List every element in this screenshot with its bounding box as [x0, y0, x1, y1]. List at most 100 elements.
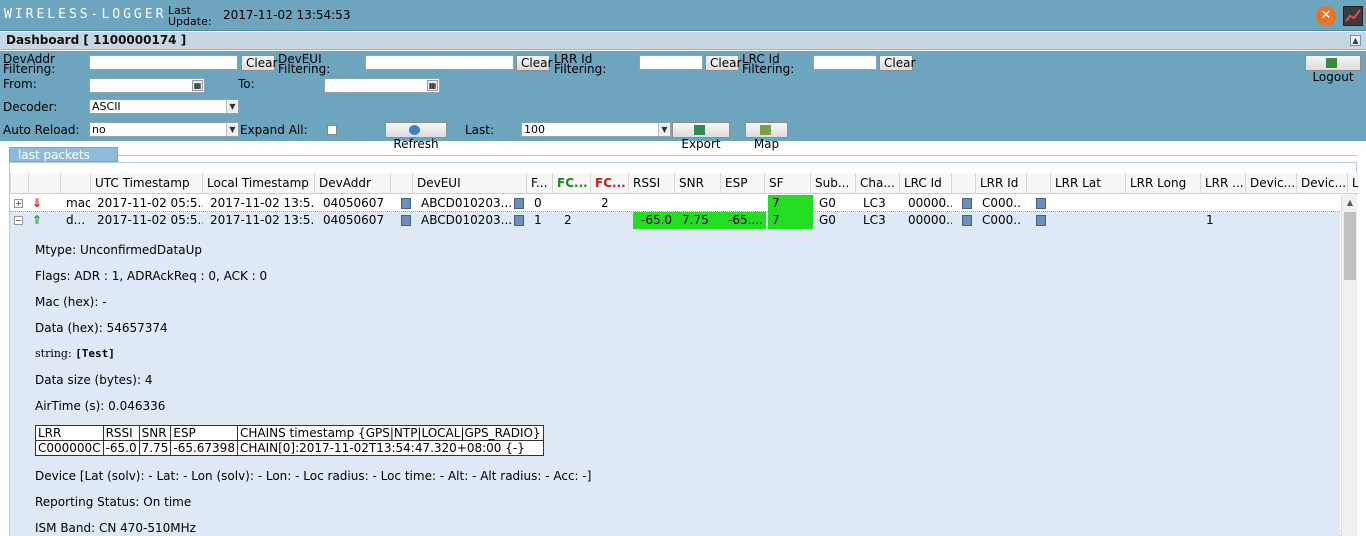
copy-icon[interactable]	[401, 215, 411, 226]
decoder-value: ASCII	[92, 100, 121, 113]
to-label: To:	[238, 77, 255, 91]
column-header-sf[interactable]: SF	[764, 173, 810, 194]
lrc-id: 00000...	[908, 213, 952, 227]
column-header-f[interactable]: F...	[526, 173, 552, 194]
channel-value: LC3	[863, 213, 886, 227]
column-header-lrc[interactable]: LRC Id	[899, 173, 951, 194]
column-header-chan[interactable]: Cha...	[855, 173, 899, 194]
column-header-devaddr[interactable]: DevAddr	[314, 173, 390, 194]
export-icon	[694, 125, 705, 135]
auto-reload-value: no	[92, 123, 106, 136]
copy-icon[interactable]	[401, 198, 411, 209]
scroll-thumb[interactable]	[1344, 212, 1356, 280]
lrr-id: C000...	[982, 213, 1022, 227]
to-date-input[interactable]: ▦	[324, 78, 440, 93]
column-header-snr[interactable]: SNR	[674, 173, 720, 194]
uplink-arrow-icon: ⇑	[32, 213, 43, 227]
column-header-esp[interactable]: ESP	[720, 173, 764, 194]
column-header-device1[interactable]: Devic...	[1245, 173, 1296, 194]
snr-value: 7.75	[676, 212, 722, 229]
detail-string-value: [Test]	[75, 347, 115, 360]
column-header-local[interactable]: Local Timestamp	[202, 173, 314, 194]
column-header-fcup[interactable]: FC...	[552, 173, 590, 194]
fcup-value: 2	[564, 213, 572, 227]
column-header-lrr-lat[interactable]: LRR Lat	[1050, 173, 1125, 194]
lrr-detail-table: LRR RSSI SNR ESP CHAINS timestamp {GPS|N…	[35, 425, 544, 456]
lrc-clear-button[interactable]: Clear	[879, 55, 915, 71]
refresh-button[interactable]: Refresh	[385, 122, 447, 151]
auto-reload-label: Auto Reload:	[3, 123, 80, 137]
devaddr-filter-input[interactable]	[89, 55, 238, 70]
packet-details: Mtype: UnconfirmedDataUp Flags: ADR : 1,…	[10, 229, 1340, 536]
export-label: Export	[681, 137, 721, 151]
esp-value: -65....	[722, 212, 766, 229]
refresh-label: Refresh	[393, 137, 439, 151]
column-header-lrr[interactable]: LRR Id	[975, 173, 1026, 194]
calendar-icon[interactable]: ▦	[427, 80, 438, 91]
decoder-select[interactable]: ASCII ▼	[89, 99, 239, 114]
map-icon	[759, 125, 771, 135]
lrr-header-lrr: LRR	[35, 425, 104, 441]
deveui-clear-button[interactable]: Clear	[516, 55, 552, 71]
collapse-icon[interactable]: ▲	[1350, 35, 1361, 46]
lrr-table-row: C000000C -65.0 7.75 -65.67398 CHAIN[0]:2…	[35, 440, 544, 456]
column-header-utc[interactable]: UTC Timestamp	[90, 173, 202, 194]
last-count-select[interactable]: 100 ▼	[521, 122, 671, 137]
dashboard-bar: Dashboard [ 1100000174 ] ▲	[0, 32, 1366, 50]
deveui-filter-input[interactable]	[365, 55, 514, 70]
detail-mtype: Mtype: UnconfirmedDataUp	[35, 243, 202, 257]
copy-icon[interactable]	[962, 198, 972, 209]
table-row[interactable]: + ⇓ mac 2017-11-02 05:5... 2017-11-02 13…	[10, 195, 1340, 212]
expand-all-label: Expand All:	[240, 123, 308, 137]
copy-icon[interactable]	[1036, 215, 1046, 226]
table-row[interactable]: − ⇑ d... 2017-11-02 05:5... 2017-11-02 1…	[10, 212, 1340, 229]
column-header-rssi[interactable]: RSSI	[628, 173, 674, 194]
collapse-row-icon[interactable]: −	[14, 216, 23, 225]
copy-icon[interactable]	[514, 198, 524, 209]
detail-ism: ISM Band: CN 470-510MHz	[35, 521, 196, 535]
devaddr-filter-label: DevAddr Filtering:	[3, 52, 56, 76]
last-update-value: 2017-11-02 13:54:53	[223, 8, 351, 22]
table-header: UTC Timestamp Local Timestamp DevAddr De…	[10, 173, 1358, 194]
calendar-icon[interactable]: ▦	[192, 80, 203, 91]
subband-value: G0	[819, 196, 836, 210]
last-packets-tab[interactable]: last packets	[9, 147, 118, 162]
copy-icon[interactable]	[514, 215, 524, 226]
fcup-value	[564, 195, 584, 212]
column-header-device2[interactable]: Devic...	[1296, 173, 1347, 194]
rssi-value: -65.0	[633, 212, 676, 229]
map-button[interactable]: Map	[745, 122, 788, 151]
from-date-input[interactable]: ▦	[89, 78, 205, 93]
column-header-lrr-long[interactable]: LRR Long	[1125, 173, 1200, 194]
deveui: ABCD010203...	[421, 196, 513, 210]
expand-all-checkbox[interactable]	[327, 125, 337, 135]
filter-panel: DevAddr Filtering: Clear DevEUI Filterin…	[0, 51, 1366, 151]
lrc-filter-input[interactable]	[813, 55, 877, 70]
downlink-arrow-icon: ⇓	[32, 196, 43, 210]
expand-icon[interactable]: +	[14, 199, 23, 208]
copy-icon[interactable]	[962, 215, 972, 226]
deveui: ABCD010203...	[421, 213, 513, 227]
column-header-sub[interactable]: Sub...	[810, 173, 855, 194]
column-header-lrr-extra[interactable]: LRR ...	[1200, 173, 1245, 194]
column-header-deveui[interactable]: DevEUI	[412, 173, 526, 194]
devaddr-clear-button[interactable]: Clear	[241, 55, 277, 71]
column-header-last[interactable]: L	[1347, 173, 1358, 194]
export-button[interactable]: Export	[672, 122, 730, 151]
copy-icon[interactable]	[1036, 198, 1046, 209]
packet-type: mac	[66, 196, 90, 210]
fcdn-value: 2	[601, 196, 609, 210]
panel-divider	[9, 155, 1357, 156]
devaddr: 04050607	[323, 196, 385, 210]
tools-icon[interactable]: ✕	[1316, 6, 1336, 26]
vertical-scrollbar[interactable]: ▲	[1341, 195, 1357, 536]
auto-reload-select[interactable]: no ▼	[89, 122, 239, 137]
scroll-up-icon[interactable]: ▲	[1342, 195, 1358, 211]
logout-button[interactable]: Logout	[1305, 55, 1361, 84]
chevron-down-icon: ▼	[226, 100, 238, 113]
chart-icon[interactable]	[1343, 6, 1363, 26]
lrr-filter-input[interactable]	[639, 55, 703, 70]
column-header-fcdn[interactable]: FC...	[590, 173, 628, 194]
lrc-filter-label: LRC Id Filtering:	[742, 52, 795, 76]
lrr-clear-button[interactable]: Clear	[705, 55, 741, 71]
